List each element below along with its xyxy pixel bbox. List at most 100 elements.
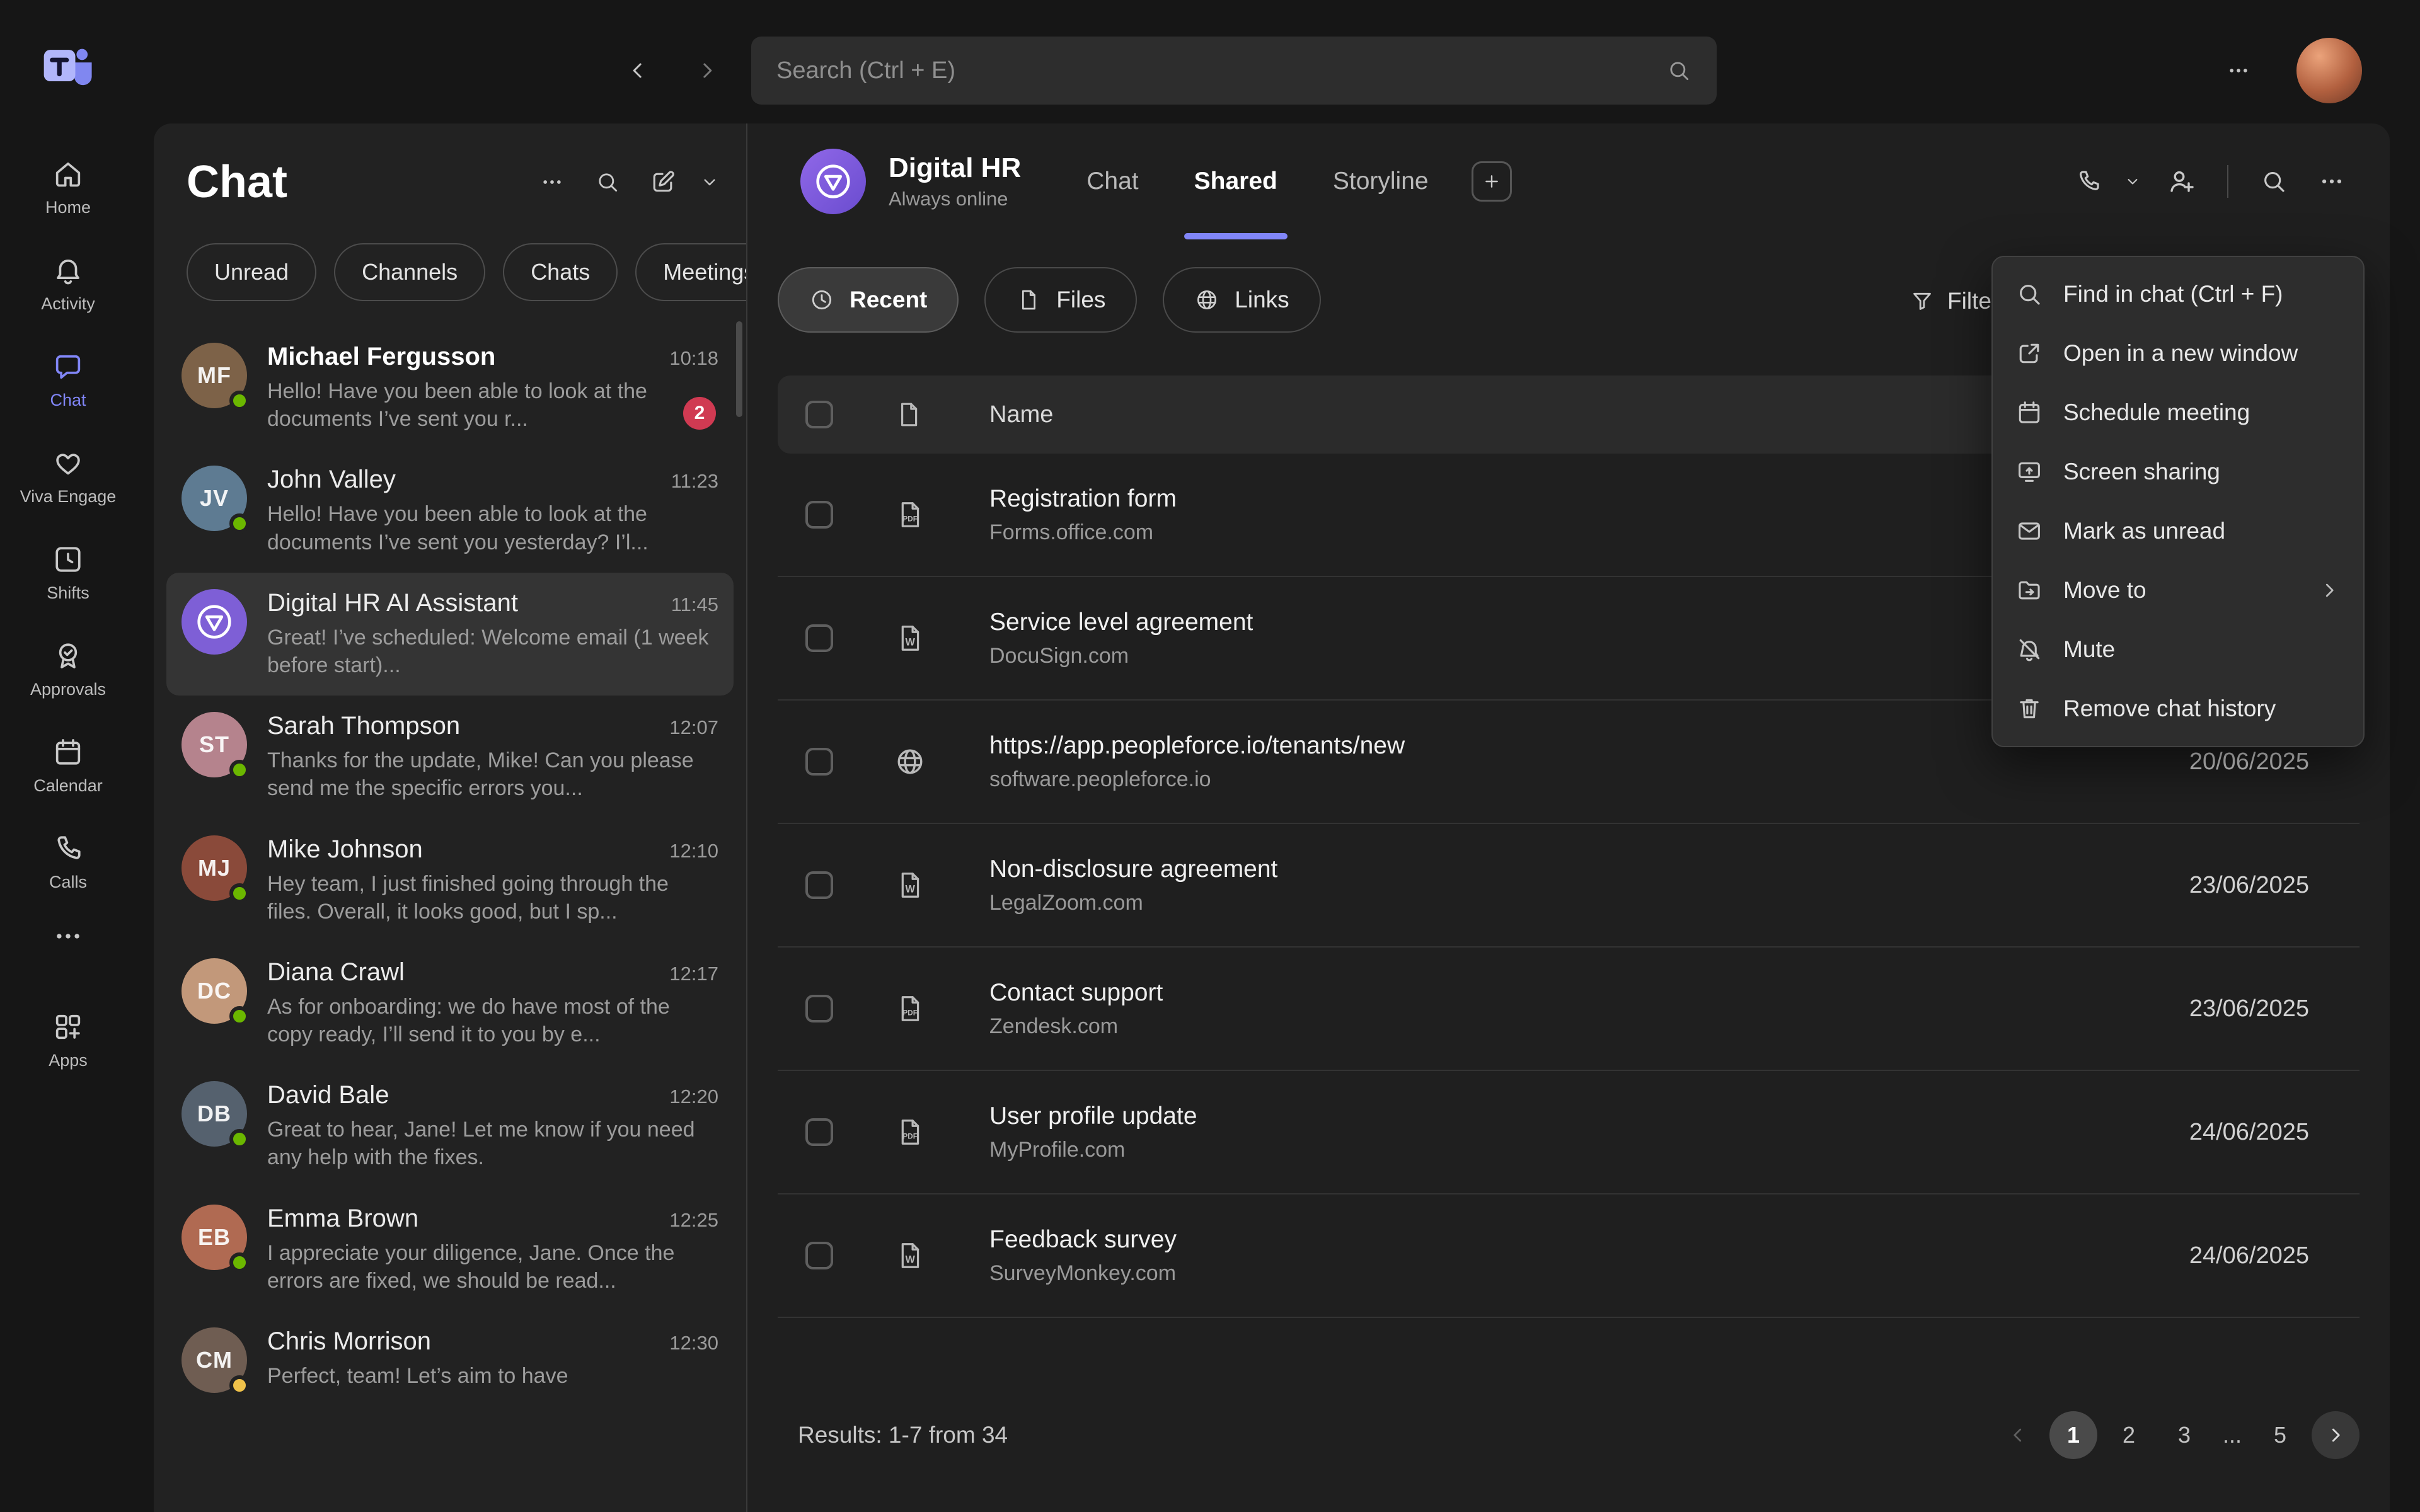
rail-item[interactable]: Approvals (0, 621, 136, 717)
row-checkbox[interactable] (805, 1118, 833, 1146)
page-button[interactable]: 2 (2105, 1411, 2153, 1459)
page-button[interactable]: ... (2216, 1411, 2249, 1459)
context-menu-item[interactable]: Find in chat (Ctrl + F) (1993, 265, 2363, 324)
chat-filter-pill[interactable]: Chats (503, 243, 618, 301)
svg-text:W: W (906, 884, 916, 895)
forward-button[interactable] (682, 45, 732, 96)
chat-status: Always online (889, 188, 1021, 210)
call-button[interactable] (2063, 156, 2114, 207)
chat-filter-pills: Unread Channels Chats Meetings (154, 208, 746, 301)
approvals-icon (52, 639, 84, 672)
svg-text:PDF: PDF (903, 515, 918, 524)
tab[interactable]: Shared (1167, 123, 1305, 239)
dots-icon (2226, 58, 2251, 83)
call-options-button[interactable] (2116, 156, 2149, 207)
rail-item[interactable]: Chat (0, 331, 136, 428)
conversation-search-button[interactable] (2249, 156, 2299, 207)
conversation-time: 12:10 (669, 840, 718, 862)
svg-text:PDF: PDF (903, 1009, 918, 1017)
rail-item[interactable]: Home (0, 139, 136, 235)
page-button[interactable]: 1 (2049, 1411, 2097, 1459)
file-date: 24/06/2025 (2082, 1119, 2309, 1146)
conversation-more-button[interactable] (2307, 156, 2357, 207)
row-checkbox[interactable] (805, 748, 833, 776)
chat-more-button[interactable] (527, 157, 577, 207)
rail-item[interactable]: Activity (0, 235, 136, 331)
conversation-item[interactable]: MJ Mike Johnson 12:10 Hey team, I just f… (166, 819, 734, 942)
select-all-checkbox[interactable] (805, 401, 833, 428)
conversation-name: Mike Johnson (267, 835, 657, 864)
context-menu-item[interactable]: Mark as unread (1993, 501, 2363, 561)
context-menu-item[interactable]: Mute (1993, 620, 2363, 679)
conversation-name: Emma Brown (267, 1205, 657, 1233)
chat-filter-pill[interactable]: Channels (334, 243, 485, 301)
page-button[interactable]: 3 (2160, 1411, 2208, 1459)
prev-page-button[interactable] (1994, 1411, 2042, 1459)
table-footer: Results: 1-7 from 34 1 2 3 ... (778, 1411, 2360, 1459)
chevron-down-icon (2124, 173, 2141, 190)
table-row[interactable]: PDF User profile update MyProfile.com 24… (778, 1071, 2360, 1194)
file-source: DocuSign.com (989, 644, 2027, 668)
global-search-input[interactable]: Search (Ctrl + E) (751, 37, 1717, 105)
topbar-more-button[interactable] (2213, 45, 2264, 96)
row-checkbox[interactable] (805, 624, 833, 652)
rail-item[interactable]: Apps (0, 992, 136, 1088)
new-chat-dropdown-button[interactable] (693, 157, 726, 207)
view-pill[interactable]: Files (984, 267, 1137, 333)
chat-title: Digital HR (889, 152, 1021, 184)
file-name: User profile update (989, 1102, 2027, 1130)
file-date: 24/06/2025 (2082, 1242, 2309, 1269)
conversation-item[interactable]: DB David Bale 12:20 Great to hear, Jane!… (166, 1065, 734, 1188)
new-chat-button[interactable] (638, 157, 688, 207)
page-button[interactable]: 5 (2256, 1411, 2304, 1459)
conversation-item[interactable]: ST Sarah Thompson 12:07 Thanks for the u… (166, 696, 734, 818)
rail-item[interactable]: Calls (0, 813, 136, 910)
rail-item[interactable]: Viva Engage (0, 428, 136, 524)
presence-indicator (229, 760, 250, 780)
filter-button[interactable]: Filter (1910, 276, 1999, 326)
teams-logo[interactable] (39, 38, 97, 96)
chat-search-button[interactable] (582, 157, 633, 207)
conversation-item[interactable]: Digital HR AI Assistant 11:45 Great! I’v… (166, 573, 734, 696)
next-page-button[interactable] (2312, 1411, 2360, 1459)
conversation-item[interactable]: MF Michael Fergusson 10:18 Hello! Have y… (166, 326, 734, 449)
move-folder-icon (2015, 576, 2043, 604)
context-menu-item[interactable]: Remove chat history (1993, 679, 2363, 738)
file-name: Service level agreement (989, 609, 2027, 636)
conversation-name: Michael Fergusson (267, 343, 657, 371)
conversation-item[interactable]: CM Chris Morrison 12:30 Perfect, team! L… (166, 1311, 734, 1409)
context-menu-item[interactable]: Screen sharing (1993, 442, 2363, 501)
scrollbar-thumb[interactable] (736, 321, 742, 417)
table-row[interactable]: W Non-disclosure agreement LegalZoom.com… (778, 824, 2360, 948)
row-checkbox[interactable] (805, 995, 833, 1022)
add-tab-button[interactable] (1472, 161, 1512, 202)
app-rail: Home Activity Chat Viva Engage (0, 0, 136, 1512)
conversation-item[interactable]: DC Diana Crawl 12:17 As for onboarding: … (166, 942, 734, 1065)
add-people-button[interactable] (2157, 156, 2207, 207)
rail-item[interactable]: Calendar (0, 717, 136, 813)
rail-item[interactable]: Shifts (0, 524, 136, 621)
table-row[interactable]: PDF Contact support Zendesk.com 23/06/20… (778, 948, 2360, 1071)
user-avatar[interactable] (2296, 38, 2362, 103)
file-name: Feedback survey (989, 1226, 2027, 1254)
chat-filter-pill[interactable]: Unread (187, 243, 316, 301)
context-menu-item[interactable]: Move to (1993, 561, 2363, 620)
conversation-item[interactable]: JV John Valley 11:23 Hello! Have you bee… (166, 449, 734, 572)
tab[interactable]: Storyline (1305, 123, 1456, 239)
search-icon (1666, 58, 1691, 83)
conversation-preview: As for onboarding: we do have most of th… (267, 993, 718, 1048)
table-row[interactable]: W Feedback survey SurveyMonkey.com 24/06… (778, 1194, 2360, 1318)
row-checkbox[interactable] (805, 1242, 833, 1269)
rail-item[interactable] (0, 910, 136, 971)
view-pill[interactable]: Links (1163, 267, 1320, 333)
back-button[interactable] (613, 45, 663, 96)
context-menu-item[interactable]: Schedule meeting (1993, 383, 2363, 442)
context-menu-item[interactable]: Open in a new window (1993, 324, 2363, 383)
file-name: Non-disclosure agreement (989, 856, 2027, 883)
view-pill[interactable]: Recent (778, 267, 959, 333)
row-checkbox[interactable] (805, 501, 833, 529)
results-count: Results: 1-7 from 34 (798, 1422, 1008, 1448)
row-checkbox[interactable] (805, 871, 833, 899)
tab[interactable]: Chat (1059, 123, 1166, 239)
conversation-item[interactable]: EB Emma Brown 12:25 I appreciate your di… (166, 1188, 734, 1311)
